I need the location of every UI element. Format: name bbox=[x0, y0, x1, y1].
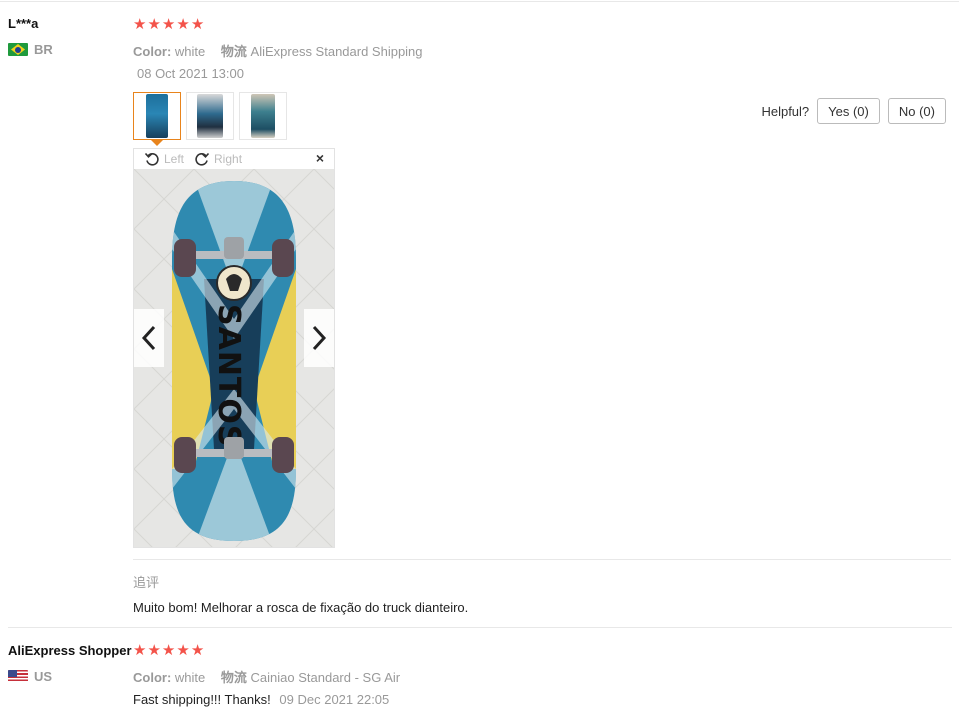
photo-thumbnail[interactable] bbox=[133, 92, 181, 146]
rotate-left-button[interactable]: Left bbox=[144, 151, 184, 167]
review-item: L***a BR ★ ★ ★ ★ ★ Color: white 物流 AliEx… bbox=[0, 0, 959, 627]
color-label: Color: bbox=[133, 670, 172, 685]
append-divider bbox=[133, 559, 951, 560]
country-code: BR bbox=[34, 42, 53, 57]
next-photo-button[interactable] bbox=[304, 309, 334, 367]
star-icon: ★ bbox=[176, 642, 190, 659]
append-review-label: 追评 bbox=[133, 575, 160, 590]
order-info: Color: white 物流 Cainiao Standard - SG Ai… bbox=[133, 667, 400, 686]
rotate-left-icon bbox=[144, 152, 159, 166]
close-icon[interactable]: × bbox=[316, 150, 324, 166]
star-icon: ★ bbox=[190, 642, 205, 659]
helpful-no-button[interactable]: No (0) bbox=[887, 98, 946, 124]
logistics-value: Cainiao Standard - SG Air bbox=[250, 670, 401, 685]
skateboard-photo-thumb bbox=[197, 94, 223, 138]
star-icon: ★ bbox=[161, 642, 176, 659]
rotate-right-label: Right bbox=[214, 152, 243, 166]
logistics-label: 物流 bbox=[220, 44, 247, 59]
star-icon: ★ bbox=[133, 16, 147, 33]
review-item: AliExpress Shopper US ★ ★ ★ ★ ★ Color: w… bbox=[0, 630, 959, 717]
star-rating: ★ ★ ★ ★ ★ bbox=[133, 643, 204, 659]
logistics-label: 物流 bbox=[220, 670, 247, 685]
photo-viewer: Left Right × SANTOS bbox=[133, 148, 335, 548]
helpful-label: Helpful? bbox=[761, 103, 810, 119]
color-value: white bbox=[174, 44, 206, 59]
reviewer-name: L***a bbox=[8, 16, 39, 31]
chevron-right-icon bbox=[312, 325, 327, 351]
reviewer-country: BR bbox=[8, 42, 53, 57]
star-rating: ★ ★ ★ ★ ★ bbox=[133, 17, 204, 33]
skateboard-photo-thumb bbox=[146, 94, 168, 138]
logistics-value: AliExpress Standard Shipping bbox=[250, 44, 423, 59]
photo-thumbnail[interactable] bbox=[186, 92, 234, 140]
order-info: Color: white 物流 AliExpress Standard Ship… bbox=[133, 41, 423, 60]
rotate-right-icon bbox=[195, 152, 210, 166]
reviewer-name: AliExpress Shopper bbox=[8, 643, 132, 658]
review-date: 09 Dec 2021 22:05 bbox=[279, 692, 390, 707]
photo-thumbnail[interactable] bbox=[239, 92, 287, 140]
rotate-right-button[interactable]: Right bbox=[194, 151, 242, 167]
photo-thumbnails bbox=[133, 92, 287, 146]
star-icon: ★ bbox=[147, 642, 161, 659]
review-separator bbox=[8, 627, 952, 628]
review-date: 08 Oct 2021 13:00 bbox=[137, 66, 244, 81]
rotate-left-label: Left bbox=[164, 152, 185, 166]
country-code: US bbox=[34, 669, 53, 684]
review-text-line: Fast shipping!!! Thanks! 09 Dec 2021 22:… bbox=[133, 692, 389, 707]
review-text: Fast shipping!!! Thanks! bbox=[133, 692, 271, 707]
skateboard-photo-thumb bbox=[251, 94, 275, 138]
color-value: white bbox=[174, 670, 206, 685]
helpful-yes-button[interactable]: Yes (0) bbox=[817, 98, 880, 124]
chevron-left-icon bbox=[141, 325, 156, 351]
helpful-vote: Helpful? Yes (0) No (0) bbox=[761, 98, 946, 124]
append-review-text: Muito bom! Melhorar a rosca de fixação d… bbox=[133, 600, 469, 615]
brazil-flag-icon bbox=[8, 43, 28, 56]
viewer-toolbar: Left Right × bbox=[134, 149, 334, 169]
skateboard-photo: SANTOS bbox=[134, 169, 334, 547]
star-icon: ★ bbox=[190, 16, 205, 33]
star-icon: ★ bbox=[147, 16, 161, 33]
deck-graphic-text: SANTOS bbox=[211, 304, 246, 448]
star-icon: ★ bbox=[133, 642, 147, 659]
reviewer-country: US bbox=[8, 669, 52, 684]
previous-photo-button[interactable] bbox=[134, 309, 164, 367]
star-icon: ★ bbox=[176, 16, 190, 33]
star-icon: ★ bbox=[161, 16, 176, 33]
color-label: Color: bbox=[133, 44, 172, 59]
us-flag-icon bbox=[8, 670, 28, 683]
